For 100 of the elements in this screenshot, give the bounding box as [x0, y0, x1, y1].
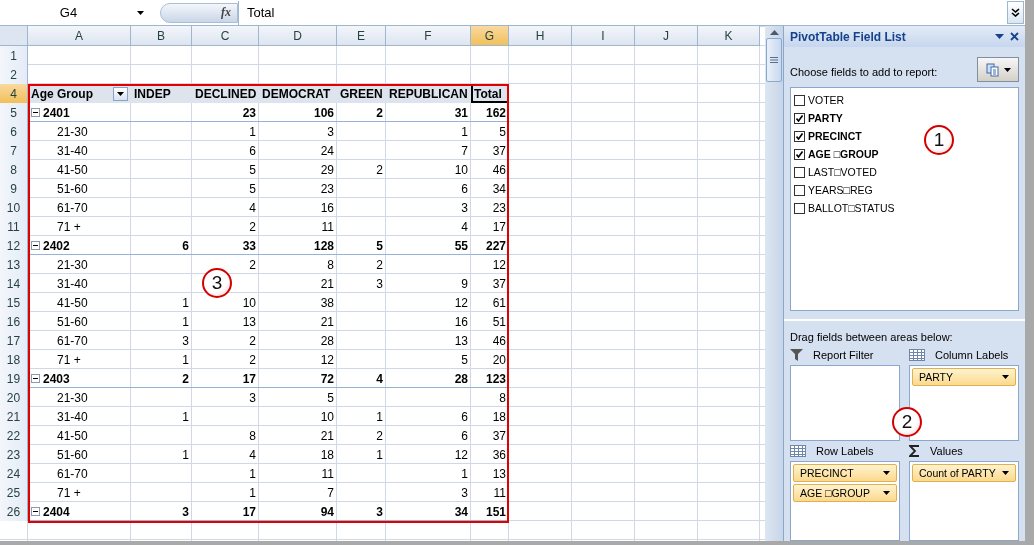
column-header[interactable]: B [131, 26, 192, 46]
table-cell-text: 10 [453, 161, 469, 179]
column-header[interactable]: I [572, 26, 635, 46]
column-header[interactable]: E [337, 26, 386, 46]
row-header[interactable]: 24 [0, 464, 28, 483]
table-cell-text: 1 [375, 446, 384, 464]
checkbox[interactable] [794, 166, 805, 178]
table-cell-text: 5 [375, 237, 384, 255]
row-header[interactable]: 12 [0, 236, 28, 255]
column-header[interactable]: F [386, 26, 471, 46]
field-label[interactable]: YEARS□REG [808, 184, 873, 197]
table-cell-text: 3 [460, 484, 469, 502]
field-chip[interactable]: Count of PARTY [912, 464, 1016, 482]
table-cell-text: 1 [248, 465, 257, 483]
filter-icon [790, 349, 803, 361]
column-header[interactable]: D [259, 26, 337, 46]
row-header[interactable]: 16 [0, 312, 28, 331]
row-header[interactable]: 13 [0, 255, 28, 274]
scroll-up-icon[interactable] [769, 30, 779, 35]
collapse-icon[interactable] [31, 374, 40, 383]
table-cell-text: 5 [326, 389, 335, 407]
column-header[interactable]: C [192, 26, 259, 46]
row-header[interactable]: 22 [0, 426, 28, 445]
table-cell-text: 13 [241, 313, 257, 331]
expand-button[interactable] [1007, 1, 1024, 24]
table-cell-text: 227 [484, 237, 507, 255]
table-cell-text: 28 [319, 332, 335, 350]
table-cell-text: 1 [460, 123, 469, 141]
column-header[interactable]: J [635, 26, 698, 46]
table-cell-text: 12 [491, 256, 507, 274]
table-cell-text: 31-40 [56, 142, 89, 160]
layout-button[interactable] [977, 57, 1019, 83]
row-header[interactable]: 8 [0, 160, 28, 179]
checkbox[interactable] [794, 202, 805, 214]
row-header[interactable]: 20 [0, 388, 28, 407]
column-header[interactable]: K [698, 26, 760, 46]
row-header[interactable]: 9 [0, 179, 28, 198]
row-header[interactable]: 14 [0, 274, 28, 293]
collapse-icon[interactable] [31, 108, 40, 117]
instruction-text: Choose fields to add to report: [790, 66, 938, 79]
field-label[interactable]: PARTY [808, 112, 843, 125]
row-header[interactable]: 2 [0, 65, 28, 84]
close-icon[interactable] [1010, 32, 1019, 42]
table-cell-text: 2 [248, 218, 257, 236]
row-header[interactable]: 17 [0, 331, 28, 350]
row-header[interactable]: 11 [0, 217, 28, 236]
checkbox[interactable] [794, 112, 805, 124]
field-chip[interactable]: PARTY [912, 368, 1016, 386]
row-header[interactable]: 4 [0, 84, 28, 103]
row-header[interactable]: 7 [0, 141, 28, 160]
table-cell-text: 21-30 [56, 389, 89, 407]
row-header[interactable]: 19 [0, 369, 28, 388]
scroll-thumb[interactable] [766, 38, 782, 82]
function-button[interactable]: fx [160, 2, 238, 23]
row-header[interactable]: 21 [0, 407, 28, 426]
checkbox[interactable] [794, 94, 805, 106]
vertical-scrollbar[interactable] [765, 26, 783, 541]
table-cell-text: 3 [460, 199, 469, 217]
name-box[interactable]: G4 [0, 1, 150, 24]
table-cell-text: 33 [241, 237, 257, 255]
row-header[interactable]: 5 [0, 103, 28, 122]
row-header[interactable]: 10 [0, 198, 28, 217]
drop-area[interactable]: Count of PARTY [909, 461, 1019, 541]
collapse-icon[interactable] [31, 507, 40, 516]
field-label[interactable]: BALLOT□STATUS [808, 202, 895, 215]
field-label[interactable]: LAST□VOTED [808, 166, 877, 179]
table-cell-text: 34 [491, 180, 507, 198]
field-label[interactable]: AGE □GROUP [808, 148, 879, 161]
row-header[interactable]: 26 [0, 502, 28, 521]
row-header[interactable]: 18 [0, 350, 28, 369]
checkbox[interactable] [794, 148, 805, 160]
field-label[interactable]: VOTER [808, 94, 845, 107]
table-cell-text: 5 [248, 161, 257, 179]
table-cell-text: 21 [319, 275, 335, 293]
checkbox[interactable] [794, 130, 805, 142]
table-cell-text: 7 [460, 142, 469, 160]
caret-icon [117, 91, 124, 96]
table-cell-text: 123 [484, 370, 507, 388]
row-header[interactable]: 1 [0, 46, 28, 65]
field-chip[interactable]: AGE □GROUP [793, 484, 897, 502]
column-header[interactable]: G [471, 26, 509, 46]
row-header[interactable]: 15 [0, 293, 28, 312]
filter-dropdown-button[interactable] [113, 86, 128, 101]
table-cell-text: 28 [453, 370, 469, 388]
table-cell-text: 11 [320, 218, 335, 236]
field-chip[interactable]: PRECINCT [793, 464, 897, 482]
row-header[interactable]: 25 [0, 483, 28, 502]
column-header[interactable]: A [28, 26, 131, 46]
table-cell-text: 1 [181, 351, 190, 369]
caret-icon[interactable] [995, 34, 1004, 40]
table-cell-text: 13 [491, 465, 507, 483]
collapse-icon[interactable] [31, 241, 40, 250]
checkbox[interactable] [794, 184, 805, 196]
row-header[interactable]: 6 [0, 122, 28, 141]
field-label[interactable]: PRECINCT [808, 130, 862, 143]
group-label: 2401 [43, 105, 70, 120]
column-header[interactable]: H [509, 26, 572, 46]
table-cell-text: 71 + [56, 218, 82, 236]
drop-area[interactable]: PRECINCT AGE □GROUP [790, 461, 900, 541]
row-header[interactable]: 23 [0, 445, 28, 464]
